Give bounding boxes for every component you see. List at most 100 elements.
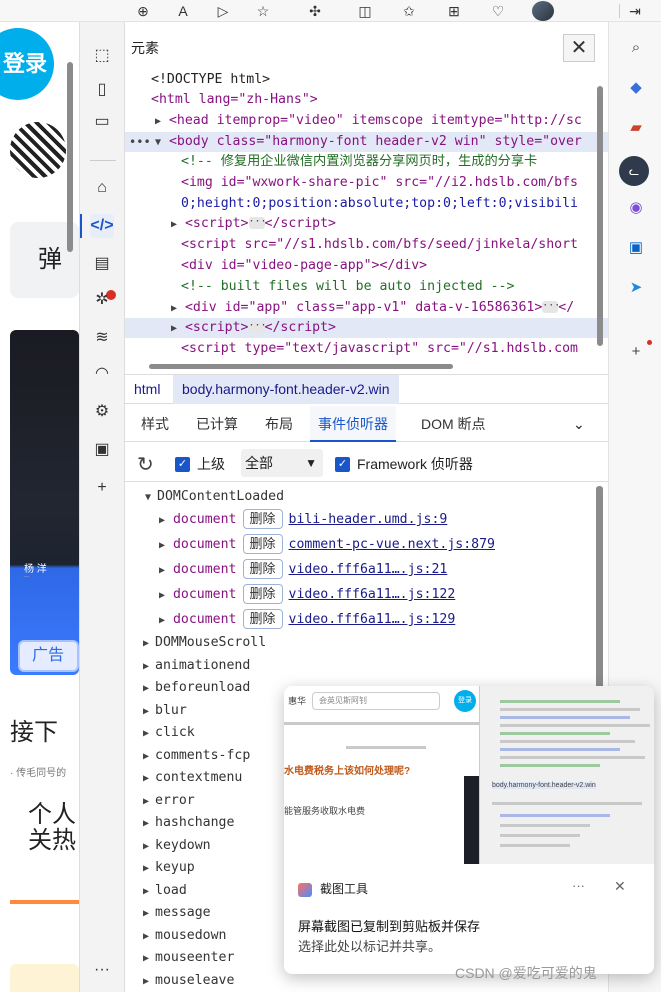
expand-triangle-icon[interactable]: ▶ bbox=[143, 728, 149, 739]
dom-tree-hscrollbar[interactable] bbox=[143, 362, 591, 370]
expand-triangle-icon[interactable]: ▶ bbox=[143, 661, 149, 672]
event-group[interactable]: ▶ blur bbox=[143, 700, 187, 722]
expand-triangle-icon[interactable]: ▶ bbox=[155, 116, 161, 127]
video-card[interactable] bbox=[10, 330, 79, 675]
snipping-tool-notification[interactable]: 惠华 会英见斯阿钊 登录 水电费税务上该如何处理呢? 能管服务收取水电费 bod… bbox=[284, 686, 654, 974]
search-icon[interactable]: ⌕ bbox=[626, 38, 646, 58]
expand-triangle-icon[interactable]: ▶ bbox=[143, 841, 149, 852]
outlook-icon[interactable]: ▣ bbox=[626, 238, 646, 258]
expand-triangle-icon[interactable]: ▶ bbox=[143, 886, 149, 897]
expand-triangle-icon[interactable]: ▶ bbox=[171, 323, 177, 334]
expand-triangle-icon[interactable]: ▶ bbox=[171, 303, 177, 314]
expand-triangle-icon[interactable]: ▶ bbox=[143, 638, 149, 649]
expand-triangle-icon[interactable]: ▶ bbox=[143, 683, 149, 694]
event-group[interactable]: ▶ error bbox=[143, 790, 195, 812]
profile-avatar[interactable] bbox=[532, 1, 554, 21]
listener-item[interactable]: ▶ document 删除 bili-header.umd.js:9 bbox=[159, 508, 447, 532]
event-group[interactable]: ▶ keyup bbox=[143, 857, 195, 879]
dom-line-hover[interactable]: ▶ <script>···</script> bbox=[125, 318, 608, 338]
dom-line[interactable]: ▶ <div id="app" class="app-v1" data-v-16… bbox=[125, 298, 608, 318]
promo-card[interactable] bbox=[10, 964, 79, 992]
performance-gauge-icon[interactable]: ◠ bbox=[90, 362, 114, 386]
media-icon[interactable]: ▷ bbox=[214, 2, 232, 20]
dom-line[interactable]: ▶ <script>···</script> bbox=[125, 214, 608, 234]
event-group[interactable]: ▶ message bbox=[143, 902, 211, 924]
expand-triangle-icon[interactable]: ▶ bbox=[143, 908, 149, 919]
expand-triangle-icon[interactable]: ▶ bbox=[143, 863, 149, 874]
sidebar-toggle-icon[interactable]: ⇥ bbox=[626, 2, 644, 20]
page-scrollbar[interactable] bbox=[67, 62, 73, 252]
event-group[interactable]: ▶ mouseleave bbox=[143, 970, 234, 992]
expand-triangle-icon[interactable]: ▶ bbox=[143, 976, 149, 987]
send-icon[interactable]: ➤ bbox=[626, 278, 646, 298]
remove-button[interactable]: 删除 bbox=[242, 509, 283, 529]
more-options-icon[interactable]: ··· bbox=[90, 958, 114, 982]
expand-triangle-icon[interactable]: ▶ bbox=[171, 219, 177, 230]
user-avatar[interactable] bbox=[10, 122, 66, 178]
chevron-down-icon[interactable]: ⌄ bbox=[573, 406, 585, 442]
listener-item[interactable]: ▶ document 删除 video.fff6a11….js:129 bbox=[159, 608, 455, 632]
ellipsis-badge[interactable]: ··· bbox=[248, 321, 267, 333]
dom-line[interactable]: <!-- built files will be auto injected -… bbox=[125, 277, 608, 297]
listener-scrollbar[interactable] bbox=[596, 486, 603, 706]
framework-checkbox[interactable]: ✓ bbox=[335, 457, 350, 472]
elements-icon[interactable]: </> bbox=[80, 214, 114, 238]
toast-more-button[interactable]: ··· bbox=[572, 878, 585, 893]
source-link[interactable]: video.fff6a11….js:21 bbox=[289, 562, 448, 577]
extensions-icon[interactable]: ✣ bbox=[306, 2, 324, 20]
collapse-triangle-icon[interactable]: ▼ bbox=[155, 137, 161, 148]
listener-item[interactable]: ▶ document 删除 video.fff6a11….js:21 bbox=[159, 558, 447, 582]
source-link[interactable]: video.fff6a11….js:129 bbox=[289, 612, 456, 627]
tab-event-listeners[interactable]: 事件侦听器 bbox=[310, 406, 396, 442]
expand-triangle-icon[interactable]: ▶ bbox=[143, 953, 149, 964]
event-group[interactable]: ▶ contextmenu bbox=[143, 767, 242, 789]
dom-line[interactable]: <html lang="zh-Hans"> bbox=[125, 90, 608, 110]
expand-triangle-icon[interactable]: ▶ bbox=[159, 590, 165, 601]
breadcrumb-body[interactable]: body.harmony-font.header-v2.win bbox=[173, 375, 399, 404]
remove-button[interactable]: 删除 bbox=[242, 609, 283, 629]
breadcrumb-html[interactable]: html bbox=[125, 375, 169, 404]
remove-button[interactable]: 删除 bbox=[242, 584, 283, 604]
event-group-expanded[interactable]: ▼ DOMContentLoaded bbox=[145, 486, 284, 508]
listener-type-select[interactable]: 全部 ▼ bbox=[241, 449, 323, 477]
expand-triangle-icon[interactable]: ▶ bbox=[159, 515, 165, 526]
dom-line[interactable]: <script src="//s1.hdslb.com/bfs/seed/jin… bbox=[125, 235, 608, 255]
expand-triangle-icon[interactable]: ▶ bbox=[159, 540, 165, 551]
source-link[interactable]: comment-pc-vue.next.js:879 bbox=[289, 537, 495, 552]
application-icon[interactable]: ▣ bbox=[90, 438, 114, 462]
ellipsis-badge[interactable]: ··· bbox=[542, 301, 560, 313]
login-button[interactable]: 登录 bbox=[0, 28, 54, 100]
event-group[interactable]: ▶ load bbox=[143, 880, 187, 902]
sources-debug-icon[interactable]: ✲ bbox=[90, 288, 114, 312]
collections-icon[interactable]: ⊞ bbox=[445, 2, 463, 20]
close-devtools-button[interactable]: ✕ bbox=[563, 34, 595, 62]
event-group[interactable]: ▶ beforeunload bbox=[143, 677, 250, 699]
dom-line-selected[interactable]: ••• ▼ <body class="harmony-font header-v2… bbox=[125, 132, 608, 152]
remove-button[interactable]: 删除 bbox=[242, 534, 283, 554]
event-group[interactable]: ▶ animationend bbox=[143, 655, 250, 677]
ancestors-checkbox[interactable]: ✓ bbox=[175, 457, 190, 472]
event-group[interactable]: ▶ DOMMouseScroll bbox=[143, 632, 266, 654]
ellipsis-badge[interactable]: ··· bbox=[248, 217, 267, 229]
tools-icon[interactable]: ▰ bbox=[626, 118, 646, 138]
source-link[interactable]: video.fff6a11….js:122 bbox=[289, 587, 456, 602]
expand-triangle-icon[interactable]: ▶ bbox=[143, 796, 149, 807]
dom-line[interactable]: <img id="wxwork-share-pic" src="//i2.hds… bbox=[125, 173, 608, 193]
expand-triangle-icon[interactable]: ▶ bbox=[159, 615, 165, 626]
favorites-list-icon[interactable]: ✩ bbox=[400, 2, 418, 20]
add-app-plus-icon[interactable]: + bbox=[626, 342, 646, 362]
screenshot-preview[interactable]: 惠华 会英见斯阿钊 登录 水电费税务上该如何处理呢? 能管服务收取水电费 bod… bbox=[284, 686, 654, 864]
remove-button[interactable]: 删除 bbox=[242, 559, 283, 579]
expand-triangle-icon[interactable]: ▶ bbox=[143, 706, 149, 717]
inspect-element-icon[interactable]: ⬚ bbox=[90, 44, 114, 68]
tab-dom-breakpoints[interactable]: DOM 断点 bbox=[421, 406, 486, 442]
dom-line[interactable]: ▶ <head itemprop="video" itemscope itemt… bbox=[125, 111, 608, 131]
dock-icon[interactable]: ▭ bbox=[90, 110, 114, 134]
tab-layout[interactable]: 布局 bbox=[265, 406, 293, 442]
event-group[interactable]: ▶ mouseenter bbox=[143, 947, 234, 969]
console-icon[interactable]: ▤ bbox=[90, 252, 114, 276]
expand-triangle-icon[interactable]: ▶ bbox=[143, 751, 149, 762]
favorite-icon[interactable]: ☆ bbox=[254, 2, 272, 20]
more-dots-icon[interactable]: ••• bbox=[129, 132, 151, 152]
expand-triangle-icon[interactable]: ▶ bbox=[143, 931, 149, 942]
